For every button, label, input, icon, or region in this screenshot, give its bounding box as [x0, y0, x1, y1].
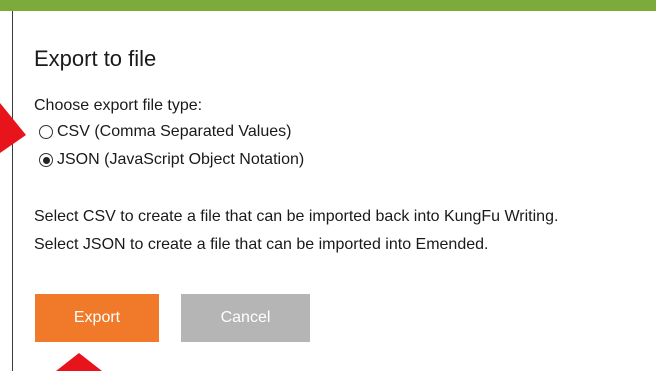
file-type-prompt: Choose export file type:	[34, 97, 203, 114]
csv-radio-button[interactable]	[39, 125, 53, 139]
dialog-top-accent-bar	[0, 0, 656, 11]
csv-option[interactable]: CSV (Comma Separated Values)	[39, 121, 291, 143]
arrow-right-icon	[0, 103, 26, 153]
json-radio-button[interactable]	[39, 153, 53, 167]
export-button[interactable]: Export	[35, 294, 159, 342]
export-dialog: Export to file Choose export file type: …	[12, 11, 656, 371]
json-description: Select JSON to create a file that can be…	[34, 236, 489, 253]
arrow-up-icon	[56, 353, 102, 371]
page: Export to file Choose export file type: …	[0, 0, 656, 371]
csv-option-label: CSV (Comma Separated Values)	[57, 123, 292, 140]
csv-description: Select CSV to create a file that can be …	[34, 208, 559, 225]
json-option-label: JSON (JavaScript Object Notation)	[57, 151, 305, 168]
json-option[interactable]: JSON (JavaScript Object Notation)	[39, 149, 304, 171]
dialog-title: Export to file	[34, 46, 157, 71]
cancel-button[interactable]: Cancel	[181, 294, 310, 342]
